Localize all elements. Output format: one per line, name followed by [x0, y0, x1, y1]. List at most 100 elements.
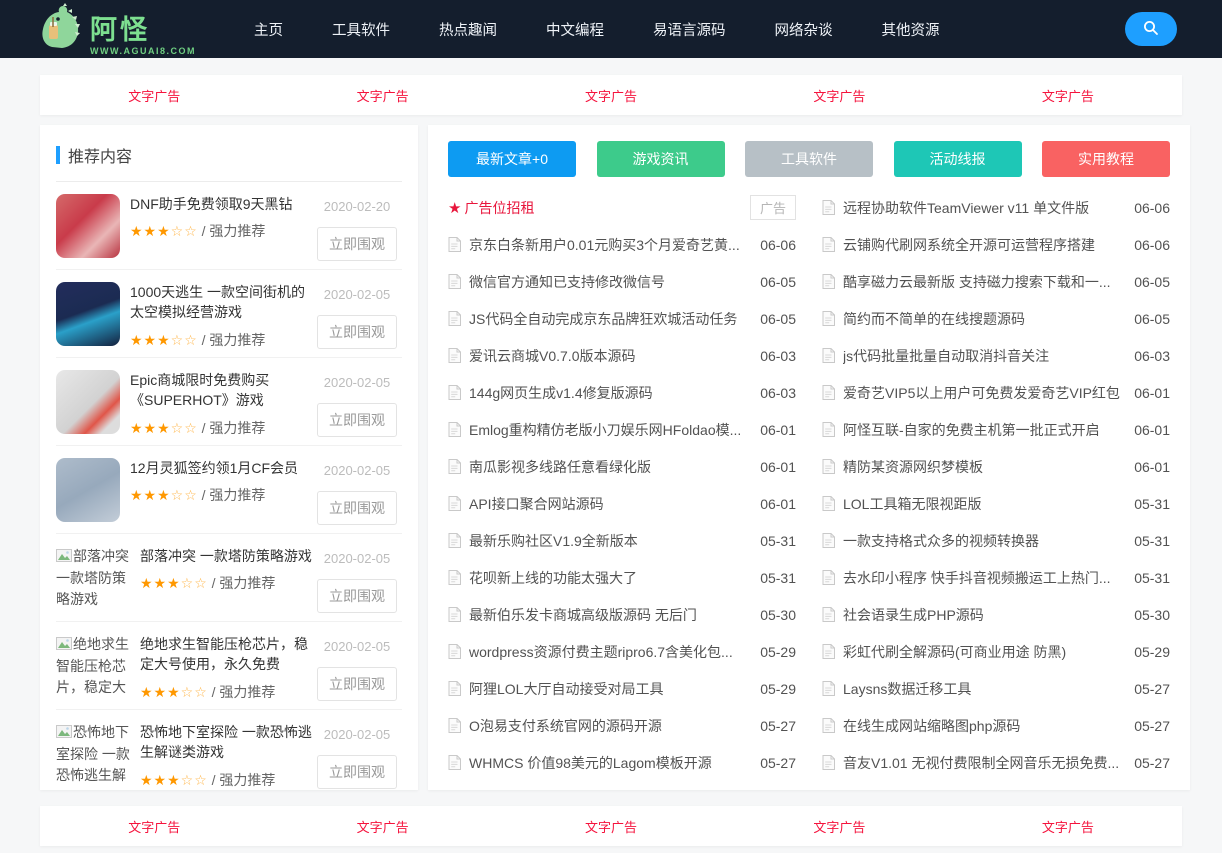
nav-item-5[interactable]: 易语言源码: [653, 19, 726, 40]
doc-icon: [822, 607, 835, 622]
article-row[interactable]: 音友V1.01 无视付费限制全网音乐无损免费...05-27: [822, 744, 1170, 781]
article-thumbnail[interactable]: [56, 282, 120, 346]
watch-now-button[interactable]: 立即围观: [317, 491, 397, 525]
watch-now-button[interactable]: 立即围观: [317, 667, 397, 701]
ad-slot-row[interactable]: ★广告位招租广告: [448, 189, 796, 226]
article-title[interactable]: 1000天逃生 一款空间街机的太空模拟经营游戏: [130, 282, 312, 323]
article-title[interactable]: Epic商城限时免费购买《SUPERHOT》游戏: [130, 370, 312, 411]
rating-row: ★★★☆☆ / 强力推荐: [130, 221, 312, 241]
article-row[interactable]: 去水印小程序 快手抖音视频搬运工上热门...05-31: [822, 559, 1170, 596]
article-row[interactable]: 阿怪互联-自家的免费主机第一批正式开启06-01: [822, 411, 1170, 448]
article-thumbnail[interactable]: [56, 370, 120, 434]
article-row[interactable]: 阿狸LOL大厅自动接受对局工具05-29: [448, 670, 796, 707]
article-thumbnail[interactable]: [56, 194, 120, 258]
doc-icon: [822, 237, 835, 252]
text-ad-link-5[interactable]: 文字广告: [954, 817, 1182, 836]
article-row[interactable]: API接口聚合网站源码06-01: [448, 485, 796, 522]
article-row[interactable]: Emlog重构精仿老版小刀娱乐网HFoldao模...06-01: [448, 411, 796, 448]
article-row[interactable]: wordpress资源付费主题ripro6.7含美化包...05-29: [448, 633, 796, 670]
article-row[interactable]: JS代码全自动完成京东品牌狂欢城活动任务06-05: [448, 300, 796, 337]
article-row[interactable]: js代码批量批量自动取消抖音关注06-03: [822, 337, 1170, 374]
article-row[interactable]: O泡易支付系统官网的源码开源05-27: [448, 707, 796, 744]
nav-item-1[interactable]: 主页: [254, 19, 283, 40]
recommended-list: DNF助手免费领取9天黑钻★★★☆☆ / 强力推荐2020-02-20立即围观1…: [56, 182, 402, 790]
article-row[interactable]: 最新乐购社区V1.9全新版本05-31: [448, 522, 796, 559]
text-ad-link-1[interactable]: 文字广告: [40, 86, 268, 105]
watch-now-button[interactable]: 立即围观: [317, 579, 397, 613]
recommended-card: 12月灵狐签约领1月CF会员★★★☆☆ / 强力推荐2020-02-05立即围观: [56, 446, 402, 534]
card-meta: 2020-02-05立即围观: [312, 722, 402, 786]
article-title[interactable]: 恐怖地下室探险 一款恐怖逃生解谜类游戏: [140, 722, 312, 763]
nav-item-2[interactable]: 工具软件: [332, 19, 390, 40]
search-button[interactable]: [1125, 12, 1177, 46]
article-row-title: API接口聚合网站源码: [469, 494, 750, 514]
article-row[interactable]: 云铺购代刷网系统全开源可运营程序搭建06-06: [822, 226, 1170, 263]
article-title[interactable]: 部落冲突 一款塔防策略游戏: [140, 546, 312, 566]
article-row[interactable]: 酷享磁力云最新版 支持磁力搜索下载和一... 06-05: [822, 263, 1170, 300]
article-row[interactable]: 精防某资源网织梦模板06-01: [822, 448, 1170, 485]
nav-item-4[interactable]: 中文编程: [546, 19, 604, 40]
nav-item-6[interactable]: 网络杂谈: [775, 19, 833, 40]
watch-now-button[interactable]: 立即围观: [317, 227, 397, 261]
article-row-date: 06-05: [1134, 274, 1170, 290]
article-row-title: 彩虹代刷全解源码(可商业用途 防黑): [843, 642, 1124, 662]
rating-label: / 强力推荐: [198, 487, 266, 503]
text-ad-link-5[interactable]: 文字广告: [954, 86, 1182, 105]
article-list-right: 远程协助软件TeamViewer v11 单文件版06-06云铺购代刷网系统全开…: [822, 189, 1170, 781]
article-row-date: 06-03: [760, 348, 796, 364]
broken-thumbnail: 绝地求生智能压枪芯片，稳定大号: [56, 634, 132, 697]
article-thumbnail[interactable]: [56, 458, 120, 522]
category-tab-3[interactable]: 工具软件: [745, 141, 873, 177]
nav-item-3[interactable]: 热点趣闻: [439, 19, 497, 40]
article-row-date: 05-30: [1134, 607, 1170, 623]
article-row[interactable]: 一款支持格式众多的视频转换器05-31: [822, 522, 1170, 559]
category-tab-5[interactable]: 实用教程: [1042, 141, 1170, 177]
article-row[interactable]: Laysns数据迁移工具05-27: [822, 670, 1170, 707]
article-row[interactable]: LOL工具箱无限视距版05-31: [822, 485, 1170, 522]
article-row[interactable]: 爱奇艺VIP5以上用户可免费发爱奇艺VIP红包06-01: [822, 374, 1170, 411]
article-row[interactable]: 彩虹代刷全解源码(可商业用途 防黑)05-29: [822, 633, 1170, 670]
article-row-date: 05-27: [1134, 718, 1170, 734]
article-row[interactable]: 最新伯乐发卡商城高级版源码 无后门05-30: [448, 596, 796, 633]
article-row[interactable]: 京东白条新用户0.01元购买3个月爱奇艺黄...06-06: [448, 226, 796, 263]
doc-icon: [822, 570, 835, 585]
watch-now-button[interactable]: 立即围观: [317, 755, 397, 789]
article-row[interactable]: 社会语录生成PHP源码05-30: [822, 596, 1170, 633]
text-ad-link-4[interactable]: 文字广告: [725, 86, 953, 105]
article-row[interactable]: 在线生成网站缩略图php源码 05-27: [822, 707, 1170, 744]
nav-item-7[interactable]: 其他资源: [882, 19, 940, 40]
text-ad-link-2[interactable]: 文字广告: [268, 817, 496, 836]
article-row-title: 在线生成网站缩略图php源码: [843, 716, 1124, 736]
article-row[interactable]: 简约而不简单的在线搜题源码06-05: [822, 300, 1170, 337]
text-ad-link-3[interactable]: 文字广告: [497, 86, 725, 105]
article-row[interactable]: 微信官方通知已支持修改微信号06-05: [448, 263, 796, 300]
watch-now-button[interactable]: 立即围观: [317, 315, 397, 349]
article-row-date: 06-01: [1134, 422, 1170, 438]
article-row[interactable]: 远程协助软件TeamViewer v11 单文件版06-06: [822, 189, 1170, 226]
text-ad-link-2[interactable]: 文字广告: [268, 86, 496, 105]
article-date: 2020-02-05: [312, 639, 402, 654]
article-row-title: 酷享磁力云最新版 支持磁力搜索下载和一...: [843, 272, 1124, 292]
article-row-title: 阿狸LOL大厅自动接受对局工具: [469, 679, 750, 699]
watch-now-button[interactable]: 立即围观: [317, 403, 397, 437]
text-ad-link-4[interactable]: 文字广告: [725, 817, 953, 836]
article-row-date: 05-27: [760, 718, 796, 734]
article-row[interactable]: 爱讯云商城V0.7.0版本源码06-03: [448, 337, 796, 374]
article-row[interactable]: 144g网页生成v1.4修复版源码06-03: [448, 374, 796, 411]
article-row[interactable]: 花呗新上线的功能太强大了05-31: [448, 559, 796, 596]
star-rating-filled: ★★★: [140, 684, 181, 700]
article-title[interactable]: DNF助手免费领取9天黑钻: [130, 194, 312, 214]
site-logo[interactable]: 阿怪 WWW.AGUAI8.COM: [38, 3, 196, 56]
category-tab-4[interactable]: 活动线报: [894, 141, 1022, 177]
rating-row: ★★★☆☆ / 强力推荐: [140, 573, 312, 593]
article-row-date: 05-31: [760, 570, 796, 586]
category-tab-1[interactable]: 最新文章+0: [448, 141, 576, 177]
article-title[interactable]: 绝地求生智能压枪芯片，稳定大号使用，永久免费: [140, 634, 312, 675]
article-date: 2020-02-05: [312, 551, 402, 566]
article-row[interactable]: WHMCS 价值98美元的Lagom模板开源05-27: [448, 744, 796, 781]
article-title[interactable]: 12月灵狐签约领1月CF会员: [130, 458, 312, 478]
text-ad-link-3[interactable]: 文字广告: [497, 817, 725, 836]
category-tab-2[interactable]: 游戏资讯: [597, 141, 725, 177]
text-ad-link-1[interactable]: 文字广告: [40, 817, 268, 836]
article-row[interactable]: 南瓜影视多线路任意看绿化版06-01: [448, 448, 796, 485]
